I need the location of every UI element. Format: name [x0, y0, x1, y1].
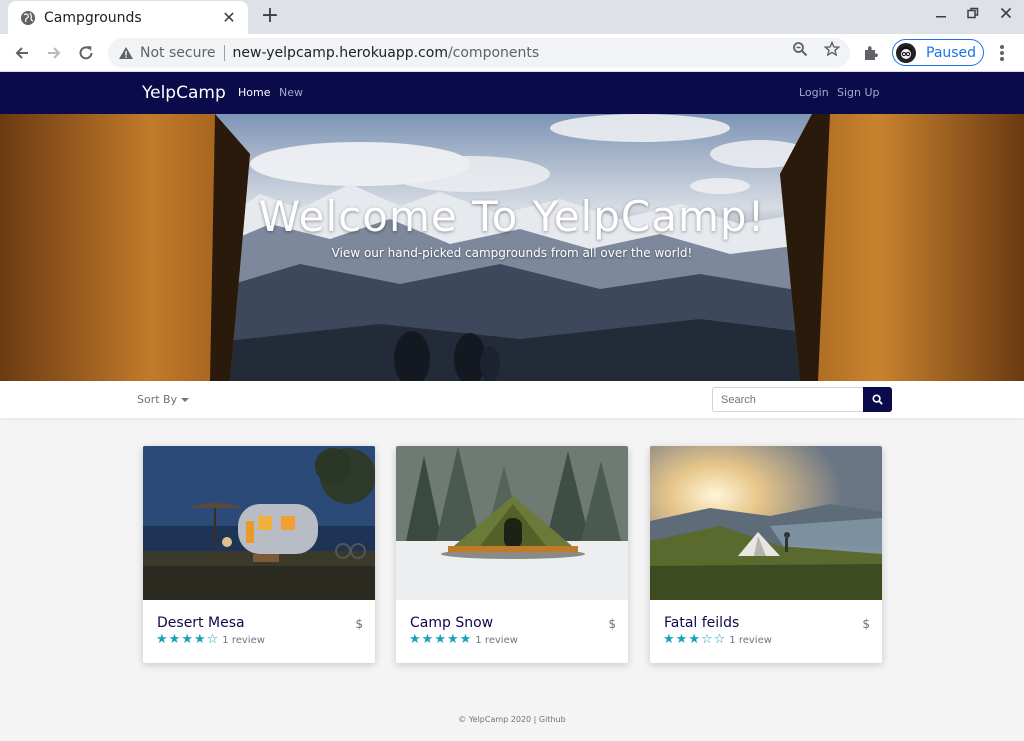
- star-icon: ★: [168, 632, 181, 647]
- footer: © YelpCamp 2020 | Github: [458, 715, 566, 724]
- star-icon: ★: [663, 632, 675, 647]
- star-icon: ★: [459, 632, 472, 647]
- hero-subtitle: View our hand-picked campgrounds from al…: [331, 246, 693, 260]
- warning-icon[interactable]: [118, 45, 134, 61]
- campground-image[interactable]: [650, 446, 882, 600]
- campground-image[interactable]: [396, 446, 628, 600]
- rating-stars: ★ ★ ★ ★ ★ 1 review: [409, 633, 518, 647]
- hero-banner: Welcome To YelpCamp! View our hand-picke…: [0, 114, 1024, 381]
- reload-icon[interactable]: [73, 40, 99, 66]
- browser-menu-icon[interactable]: [994, 44, 1010, 62]
- nav-link-new[interactable]: New: [279, 86, 303, 99]
- star-icon: ★: [409, 632, 421, 647]
- new-tab-icon[interactable]: +: [258, 4, 282, 28]
- sort-by-label: Sort By: [137, 393, 178, 406]
- nav-link-signup[interactable]: Sign Up: [837, 86, 880, 99]
- back-icon[interactable]: [9, 40, 35, 66]
- browser-tabbar: Campgrounds ✕ +: [0, 0, 1024, 34]
- review-count[interactable]: 1 review: [475, 635, 518, 646]
- browser-tab[interactable]: Campgrounds ✕: [8, 1, 248, 34]
- not-secure-label: Not secure: [140, 45, 216, 61]
- search-button[interactable]: [863, 387, 892, 412]
- rating-stars: ★ ★ ★ ☆ ☆ 1 review: [663, 633, 772, 647]
- address-bar[interactable]: Not secure new-yelpcamp.herokuapp.com/co…: [108, 38, 850, 68]
- campground-price: $: [862, 617, 870, 631]
- campground-image[interactable]: [143, 446, 375, 600]
- star-icon: ☆: [713, 632, 726, 647]
- restore-icon[interactable]: [963, 6, 983, 24]
- campground-name[interactable]: Fatal feilds: [664, 615, 739, 631]
- zoom-icon[interactable]: [792, 41, 808, 57]
- star-icon: ☆: [700, 632, 713, 647]
- search-input[interactable]: [712, 387, 864, 412]
- star-icon: ★: [446, 632, 459, 647]
- avatar: [896, 42, 916, 63]
- campground-card[interactable]: Camp Snow $ ★ ★ ★ ★ ★ 1 review: [396, 446, 628, 663]
- campground-price: $: [608, 617, 616, 631]
- star-icon: ☆: [206, 632, 219, 647]
- brand-logo[interactable]: YelpCamp: [142, 83, 226, 103]
- profile-button[interactable]: Paused: [892, 39, 984, 66]
- url-host: new-yelpcamp.herokuapp.com: [232, 45, 448, 61]
- globe-icon: [20, 10, 36, 26]
- campground-name[interactable]: Desert Mesa: [157, 615, 245, 631]
- campground-card[interactable]: Fatal feilds $ ★ ★ ★ ☆ ☆ 1 review: [650, 446, 882, 663]
- close-window-icon[interactable]: [996, 6, 1016, 24]
- star-icon: ★: [688, 632, 700, 647]
- star-icon: ★: [156, 632, 168, 647]
- hero-title: Welcome To YelpCamp!: [258, 192, 766, 241]
- review-count[interactable]: 1 review: [729, 635, 772, 646]
- address-separator: [223, 45, 225, 61]
- campground-price: $: [355, 617, 363, 631]
- browser-toolbar: Not secure new-yelpcamp.herokuapp.com/co…: [0, 34, 1024, 72]
- forward-icon[interactable]: [41, 40, 67, 66]
- url-path: /components: [447, 45, 540, 61]
- site-navbar: YelpCamp Home New Login Sign Up: [0, 72, 1024, 114]
- minimize-icon[interactable]: [931, 6, 951, 24]
- star-icon: ★: [193, 632, 206, 647]
- filter-bar: Sort By: [0, 381, 1024, 418]
- star-icon: ★: [181, 632, 193, 647]
- star-icon: ★: [421, 632, 434, 647]
- nav-link-home[interactable]: Home: [238, 86, 270, 99]
- star-icon: ★: [675, 632, 688, 647]
- campground-name[interactable]: Camp Snow: [410, 615, 493, 631]
- caret-down-icon: [181, 397, 190, 402]
- rating-stars: ★ ★ ★ ★ ☆ 1 review: [156, 633, 265, 647]
- tab-close-icon[interactable]: ✕: [220, 8, 238, 27]
- extensions-icon[interactable]: [862, 44, 882, 62]
- campground-card[interactable]: Desert Mesa $ ★ ★ ★ ★ ☆ 1 review: [143, 446, 375, 663]
- bookmark-star-icon[interactable]: [824, 41, 840, 57]
- search-icon: [872, 394, 883, 405]
- review-count[interactable]: 1 review: [222, 635, 265, 646]
- star-icon: ★: [434, 632, 446, 647]
- nav-link-login[interactable]: Login: [799, 86, 829, 99]
- tab-title: Campgrounds: [44, 9, 142, 26]
- profile-status: Paused: [926, 44, 977, 61]
- sort-by-dropdown[interactable]: Sort By: [137, 393, 190, 406]
